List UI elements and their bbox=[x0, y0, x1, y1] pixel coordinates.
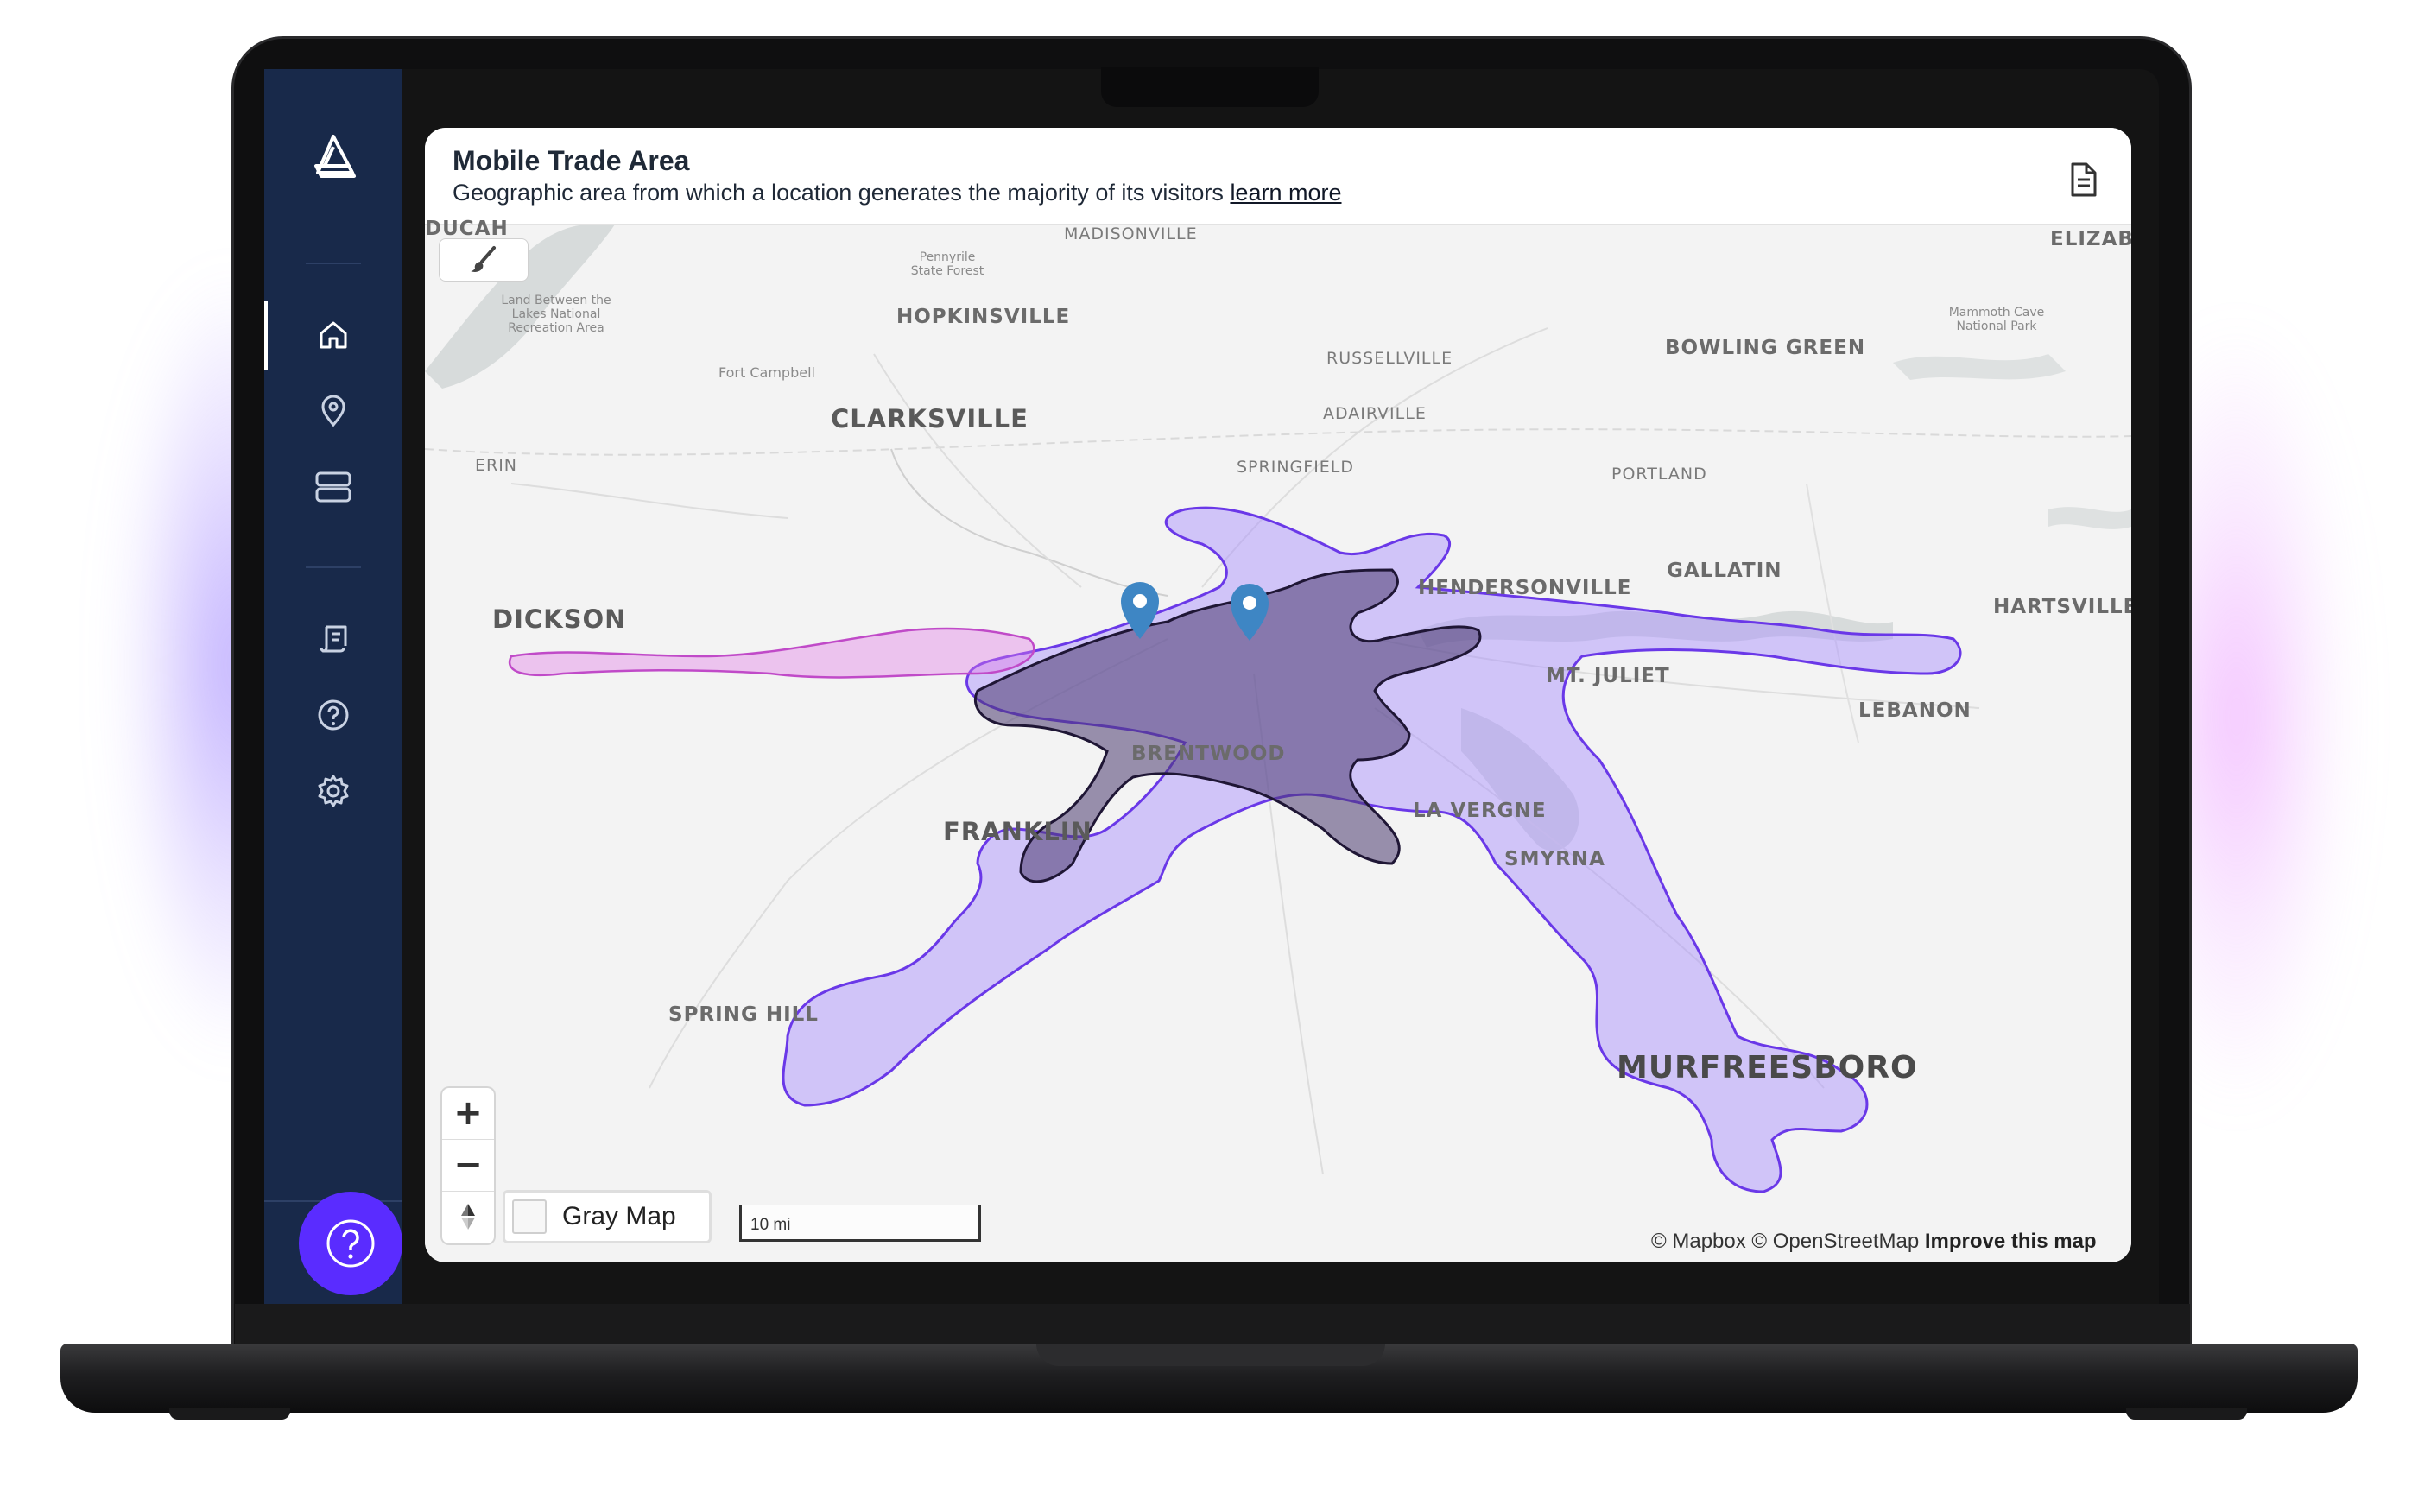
sidebar-active-indicator bbox=[264, 301, 268, 370]
help-circle-icon bbox=[318, 699, 349, 731]
improve-map-link[interactable]: Improve this map bbox=[1925, 1230, 2097, 1253]
map-label-la-vergne: LA VERGNE bbox=[1413, 800, 1547, 822]
app-sidebar bbox=[264, 69, 402, 1304]
laptop-foot-left bbox=[169, 1408, 290, 1420]
map-label-springfield: SPRINGFIELD bbox=[1237, 458, 1355, 477]
map-label-gallatin: GALLATIN bbox=[1667, 560, 1782, 582]
document-icon bbox=[2071, 162, 2097, 197]
attribution-mapbox-link[interactable]: © Mapbox bbox=[1651, 1230, 1746, 1253]
sidebar-item-data[interactable] bbox=[313, 466, 354, 508]
map-attribution: © Mapbox © OpenStreetMap Improve this ma… bbox=[1651, 1230, 2097, 1254]
sidebar-item-reports[interactable] bbox=[313, 618, 354, 660]
report-icon bbox=[320, 625, 347, 653]
learn-more-link[interactable]: learn more bbox=[1230, 180, 1341, 206]
sidebar-item-settings[interactable] bbox=[313, 770, 354, 812]
zoom-in-button[interactable]: + bbox=[442, 1088, 494, 1138]
compass-icon bbox=[461, 1204, 475, 1230]
gear-icon bbox=[318, 775, 349, 807]
question-icon bbox=[326, 1219, 375, 1268]
map-label-adairville: ADAIRVILLE bbox=[1323, 404, 1427, 423]
zoom-control: + − bbox=[442, 1088, 494, 1243]
map-label-paducah: DUCAH bbox=[425, 218, 509, 240]
database-icon bbox=[315, 471, 351, 503]
map-pin-icon bbox=[321, 395, 345, 427]
sidebar-divider bbox=[306, 566, 361, 568]
map-label-russellville: RUSSELLVILLE bbox=[1326, 349, 1453, 368]
map-canvas[interactable]: DUCAH MADISONVILLE ELIZABET Pennyrile St… bbox=[425, 218, 2131, 1262]
zoom-out-button[interactable]: − bbox=[442, 1140, 494, 1190]
map-label-erin: ERIN bbox=[475, 456, 518, 475]
map-label-hartsville: HARTSVILLE bbox=[1993, 596, 2131, 618]
map-label-elizabethtown: ELIZABET bbox=[2050, 228, 2131, 250]
map-label-land-between-lakes: Land Between the Lakes National Recreati… bbox=[501, 294, 611, 335]
map-label-murfreesboro: MURFREESBORO bbox=[1617, 1050, 1918, 1085]
sidebar-item-home[interactable] bbox=[313, 314, 354, 356]
card-header: Mobile Trade Area Geographic area from w… bbox=[425, 128, 2131, 225]
camera-notch bbox=[1101, 67, 1319, 107]
map-label-hendersonville: HENDERSONVILLE bbox=[1418, 577, 1632, 599]
laptop-foot-right bbox=[2126, 1408, 2247, 1420]
map-label-fort-campbell: Fort Campbell bbox=[718, 364, 815, 381]
map-label-portland: PORTLAND bbox=[1611, 465, 1707, 484]
map-label-pennyrile: Pennyrile State Forest bbox=[910, 250, 984, 278]
card-subtitle: Geographic area from which a location ge… bbox=[453, 180, 1342, 206]
map-label-madisonville: MADISONVILLE bbox=[1064, 225, 1198, 244]
paintbrush-icon bbox=[471, 246, 496, 272]
trade-area-card: Mobile Trade Area Geographic area from w… bbox=[425, 128, 2131, 1262]
gray-map-checkbox[interactable] bbox=[512, 1199, 547, 1234]
card-title: Mobile Trade Area bbox=[453, 145, 690, 176]
sidebar-item-locations[interactable] bbox=[313, 390, 354, 432]
map-label-clarksville: CLARKSVILLE bbox=[831, 404, 1029, 433]
gray-map-label: Gray Map bbox=[562, 1202, 676, 1230]
map-label-spring-hill: SPRING HILL bbox=[668, 1003, 819, 1026]
map-label-smyrna: SMYRNA bbox=[1504, 848, 1605, 870]
sidebar-item-help[interactable] bbox=[313, 694, 354, 736]
sidebar-divider bbox=[306, 263, 361, 264]
gray-map-toggle[interactable]: Gray Map bbox=[503, 1190, 712, 1243]
export-document-button[interactable] bbox=[2066, 161, 2100, 199]
app-logo-icon[interactable] bbox=[307, 131, 359, 183]
map-label-mt-juliet: MT. JULIET bbox=[1546, 665, 1670, 687]
map-scale-bar: 10 mi bbox=[739, 1205, 981, 1242]
draw-tool-button[interactable] bbox=[439, 238, 529, 282]
scale-label: 10 mi bbox=[750, 1216, 791, 1234]
help-chat-button[interactable] bbox=[299, 1192, 402, 1295]
map-label-hopkinsville: HOPKINSVILLE bbox=[896, 306, 1071, 328]
map-label-bowling-green: BOWLING GREEN bbox=[1665, 337, 1866, 359]
map-label-lebanon: LEBANON bbox=[1858, 699, 1972, 722]
laptop-chin bbox=[235, 1304, 2190, 1345]
map-label-dickson: DICKSON bbox=[492, 604, 627, 634]
laptop-opening-groove bbox=[1036, 1344, 1385, 1366]
home-icon bbox=[320, 321, 347, 349]
attribution-osm-link[interactable]: © OpenStreetMap bbox=[1751, 1230, 1919, 1253]
card-subtitle-text: Geographic area from which a location ge… bbox=[453, 180, 1224, 206]
compass-reset-button[interactable] bbox=[442, 1192, 494, 1242]
map-label-mammoth-cave: Mammoth Cave National Park bbox=[1948, 306, 2045, 333]
map-label-franklin: FRANKLIN bbox=[943, 817, 1092, 846]
map-label-brentwood: BRENTWOOD bbox=[1131, 743, 1286, 765]
